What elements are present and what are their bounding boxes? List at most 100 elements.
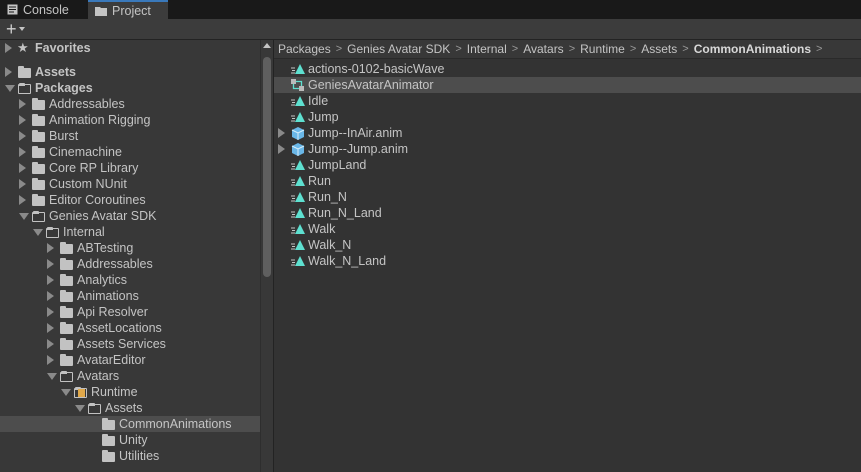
breadcrumb: Packages > Genies Avatar SDK > Internal > Avat…: [274, 40, 861, 59]
tree-item-label: Favorites: [35, 41, 91, 55]
breadcrumb-item[interactable]: Internal: [467, 42, 507, 56]
tree-item[interactable]: Editor Coroutines: [0, 192, 260, 208]
tree-item[interactable]: Runtime: [0, 384, 260, 400]
animation-clip-icon: [291, 175, 305, 187]
collapsed-arrow-icon[interactable]: [278, 144, 285, 154]
tree-item[interactable]: Packages: [0, 80, 260, 96]
tab-console[interactable]: Console: [0, 0, 88, 19]
tree-item-label: Runtime: [91, 385, 138, 399]
collapsed-arrow-icon[interactable]: [19, 147, 26, 157]
tree-item[interactable]: Analytics: [0, 272, 260, 288]
tree-item[interactable]: AvatarEditor: [0, 352, 260, 368]
asset-item[interactable]: actions-0102-basicWave: [274, 61, 861, 77]
tree-item-label: Unity: [119, 433, 148, 447]
collapsed-arrow-icon[interactable]: [47, 339, 54, 349]
tree-item[interactable]: ★ Favorites: [0, 40, 260, 56]
asset-item[interactable]: Run_N_Land: [274, 205, 861, 221]
breadcrumb-item[interactable]: Runtime: [580, 42, 625, 56]
folder-icon: [102, 450, 115, 462]
folder-icon: [60, 242, 73, 254]
tree-item[interactable]: Custom NUnit: [0, 176, 260, 192]
collapsed-arrow-icon[interactable]: [19, 195, 26, 205]
breadcrumb-item[interactable]: Packages: [278, 42, 331, 56]
expanded-arrow-icon[interactable]: [61, 389, 71, 396]
tree-item[interactable]: Internal: [0, 224, 260, 240]
tree-item[interactable]: Addressables: [0, 256, 260, 272]
tree-item[interactable]: Unity: [0, 432, 260, 448]
folder-open-icon: [18, 83, 31, 94]
tree-item-label: Analytics: [77, 273, 128, 287]
tree-item[interactable]: Assets Services: [0, 336, 260, 352]
collapsed-arrow-icon[interactable]: [47, 275, 54, 285]
tab-project[interactable]: Project: [88, 0, 168, 19]
collapsed-arrow-icon[interactable]: [19, 179, 26, 189]
collapsed-arrow-icon[interactable]: [278, 128, 285, 138]
folder-tree: ★ Favorites Assets Packages Addressables Anim…: [0, 40, 260, 472]
tree-item[interactable]: AssetLocations: [0, 320, 260, 336]
collapsed-arrow-icon[interactable]: [47, 291, 54, 301]
breadcrumb-item[interactable]: CommonAnimations: [694, 42, 811, 56]
chevron-right-icon: >: [816, 43, 823, 55]
chevron-right-icon: >: [511, 43, 519, 55]
collapsed-arrow-icon[interactable]: [19, 131, 26, 141]
asset-item[interactable]: JumpLand: [274, 157, 861, 173]
asset-item[interactable]: Jump--Jump.anim: [274, 141, 861, 157]
tree-item[interactable]: Animation Rigging: [0, 112, 260, 128]
breadcrumb-item[interactable]: Genies Avatar SDK: [347, 42, 450, 56]
tree-item-label: Editor Coroutines: [49, 193, 146, 207]
collapsed-arrow-icon[interactable]: [19, 163, 26, 173]
tree-item[interactable]: Addressables: [0, 96, 260, 112]
tree-item[interactable]: Utilities: [0, 448, 260, 464]
folder-icon: [102, 434, 115, 446]
collapsed-arrow-icon[interactable]: [19, 99, 26, 109]
tree-item[interactable]: Avatars: [0, 368, 260, 384]
asset-item[interactable]: Jump: [274, 109, 861, 125]
asset-item[interactable]: Walk_N_Land: [274, 253, 861, 269]
collapsed-arrow-icon[interactable]: [5, 67, 12, 77]
expanded-arrow-icon[interactable]: [75, 405, 85, 412]
collapsed-arrow-icon[interactable]: [47, 243, 54, 253]
asset-item[interactable]: Idle: [274, 93, 861, 109]
tree-item[interactable]: ABTesting: [0, 240, 260, 256]
expanded-arrow-icon[interactable]: [33, 229, 43, 236]
breadcrumb-item[interactable]: Assets: [641, 42, 677, 56]
folder-icon: [32, 162, 45, 174]
asset-item[interactable]: Walk: [274, 221, 861, 237]
tree-item[interactable]: Api Resolver: [0, 304, 260, 320]
collapsed-arrow-icon[interactable]: [47, 259, 54, 269]
tree-item[interactable]: Assets: [0, 64, 260, 80]
tree-item[interactable]: CommonAnimations: [0, 416, 260, 432]
asset-item[interactable]: Run_N: [274, 189, 861, 205]
tree-item[interactable]: Burst: [0, 128, 260, 144]
scrollbar-thumb[interactable]: [263, 57, 271, 277]
collapsed-arrow-icon[interactable]: [47, 323, 54, 333]
expanded-arrow-icon[interactable]: [5, 85, 15, 92]
add-button[interactable]: +: [6, 20, 25, 38]
breadcrumb-item[interactable]: Avatars: [523, 42, 563, 56]
expanded-arrow-icon[interactable]: [19, 213, 29, 220]
expanded-arrow-icon[interactable]: [47, 373, 57, 380]
folder-icon: [18, 66, 31, 78]
tree-item[interactable]: Genies Avatar SDK: [0, 208, 260, 224]
tree-item[interactable]: Core RP Library: [0, 160, 260, 176]
asset-item[interactable]: Jump--InAir.anim: [274, 125, 861, 141]
collapsed-arrow-icon[interactable]: [47, 307, 54, 317]
collapsed-arrow-icon[interactable]: [5, 43, 12, 53]
tree-scrollbar[interactable]: [260, 40, 273, 472]
asset-item[interactable]: Walk_N: [274, 237, 861, 253]
folder-icon: [32, 178, 45, 190]
folder-icon: [60, 354, 73, 366]
collapsed-arrow-icon[interactable]: [47, 355, 54, 365]
collapsed-arrow-icon[interactable]: [19, 115, 26, 125]
tree-item[interactable]: Assets: [0, 400, 260, 416]
tree-item[interactable]: Cinemachine: [0, 144, 260, 160]
scroll-up-arrow-icon[interactable]: [263, 43, 271, 48]
asset-item[interactable]: Run: [274, 173, 861, 189]
asset-item[interactable]: GeniesAvatarAnimator: [274, 77, 861, 93]
animation-clip-icon: [291, 63, 305, 75]
folder-open-icon: [46, 227, 59, 238]
tree-item[interactable]: Animations: [0, 288, 260, 304]
folder-icon: [60, 306, 73, 318]
folder-icon: [102, 418, 115, 430]
animation-clip-icon: [291, 223, 305, 235]
